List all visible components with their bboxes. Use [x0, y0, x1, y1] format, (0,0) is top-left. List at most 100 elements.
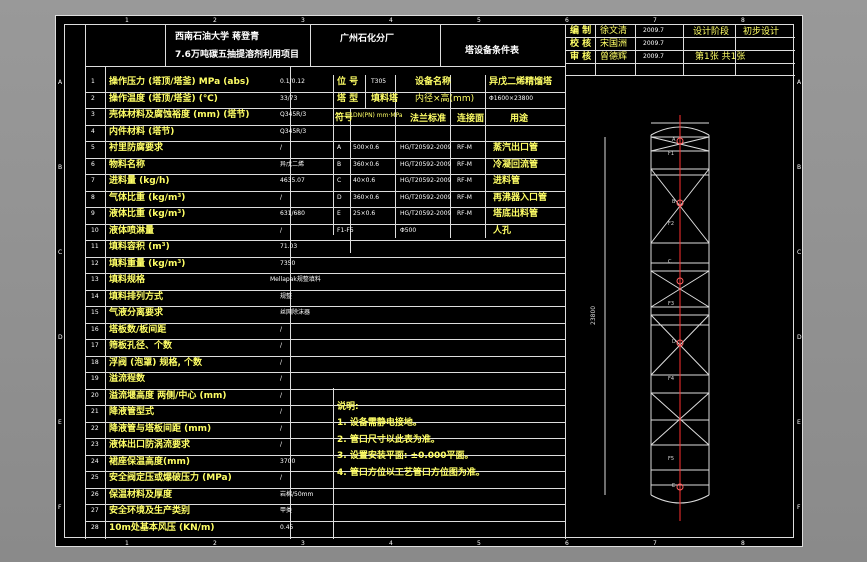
- row-value: 0.1/0.12: [280, 78, 305, 85]
- v-rule: [395, 108, 396, 238]
- approver-label: 审 核: [570, 52, 592, 62]
- v-rule: [365, 75, 366, 108]
- row-label: 衬里防腐要求: [109, 143, 164, 153]
- zone-col-top: 2: [213, 17, 217, 24]
- row-value: /: [280, 144, 283, 151]
- row-label: 液体喷淋量: [109, 225, 155, 236]
- nozzle-use: 再沸器入口管: [493, 192, 548, 203]
- nozzle-standard: HG/T20592-2009: [400, 144, 452, 151]
- nozzle-dn: 500×0.6: [353, 144, 380, 151]
- note-item: 2. 管口尺寸以此表为准。: [337, 434, 440, 445]
- nozzle-face: RF-M: [457, 193, 472, 201]
- diameter-value: Φ1600×23800: [489, 95, 534, 102]
- nozzle-header-std: 法兰标准: [410, 114, 447, 124]
- zone-col-bottom: 2: [213, 540, 217, 547]
- h-rule: [565, 63, 795, 64]
- nozzle-symbol: C: [337, 177, 342, 184]
- table-rule: [85, 388, 565, 390]
- row-number: 13: [91, 276, 99, 283]
- row-label: 气液分离要求: [109, 308, 164, 318]
- checker-label: 校 核: [570, 39, 592, 49]
- nozzle-symbol: A: [337, 144, 342, 151]
- table-rule: [85, 372, 565, 373]
- nozzle-use: 塔底出料管: [493, 209, 539, 219]
- table-rule: [85, 240, 565, 241]
- table-rule: [85, 421, 565, 423]
- row-value: 岩棉/50mm: [280, 490, 314, 498]
- zone-col-top: 6: [565, 17, 569, 24]
- notes-heading: 说明:: [337, 402, 359, 412]
- row-label: 填料容积 (m³): [109, 242, 170, 252]
- nozzle-standard: HG/T20592-2009: [400, 160, 452, 168]
- table-rule: [85, 537, 565, 538]
- row-value: 33/73: [280, 94, 298, 102]
- approver-date: 2009.7: [643, 53, 664, 60]
- approver-name: 曾德辉: [600, 52, 628, 62]
- zone-row-right: B: [797, 164, 802, 171]
- table-rule: [85, 504, 565, 505]
- table-rule: [85, 190, 565, 192]
- zone-row-right: C: [797, 249, 802, 256]
- checker-name: 宋国洲: [600, 39, 628, 49]
- row-number: 22: [91, 424, 99, 432]
- nozzle-header-dn: DN(PN) mm·MPa: [353, 112, 403, 119]
- table-rule: [85, 289, 565, 291]
- zone-row-right: F: [797, 504, 801, 511]
- row-label: 物料名称: [109, 159, 146, 170]
- nozzle-face: RF-M: [457, 144, 472, 151]
- note-item: 3. 设置安装平面: ±0.000平面。: [337, 451, 474, 461]
- nozzle-label: F4: [668, 376, 674, 382]
- row-label: 保温材料及厚度: [109, 489, 173, 500]
- cad-viewport[interactable]: 西南石油大学 蒋登青 7.6万吨碳五抽提溶剂利用项目 广州石化分厂 塔设备条件表 编 制…: [0, 0, 867, 562]
- nozzle-header-use: 用途: [510, 114, 529, 124]
- row-label: 安全阀定压或爆破压力 (MPa): [109, 473, 232, 483]
- row-number: 15: [91, 309, 99, 316]
- row-label: 浮阀 (泡罩) 规格, 个数: [109, 357, 203, 368]
- row-number: 10: [91, 226, 99, 234]
- row-number: 28: [91, 523, 99, 531]
- zone-col-top: 8: [741, 17, 745, 24]
- zone-row-left: E: [58, 419, 62, 426]
- zone-col-bottom: 3: [301, 540, 305, 547]
- zone-row-right: E: [797, 419, 801, 426]
- diameter-label: 内径×高(mm): [415, 94, 475, 104]
- row-number: 27: [91, 507, 99, 514]
- type-value: 填料塔: [371, 94, 399, 104]
- equip-label: 设备名称: [415, 77, 452, 87]
- zone-col-bottom: 5: [477, 540, 481, 547]
- row-label: 降液管与塔板间距 (mm): [109, 423, 212, 434]
- row-label: 壳体材料及腐蚀裕度 (mm) (塔节): [109, 110, 250, 120]
- column-elevation-drawing: 23800 A B C D E F1 F2 F3 F4 F5: [590, 115, 710, 521]
- row-value: /: [280, 226, 283, 234]
- row-number: 2: [91, 94, 95, 102]
- row-number: 7: [91, 177, 95, 184]
- university-label: 西南石油大学 蒋登青: [175, 32, 260, 42]
- zone-col-bottom: 1: [125, 540, 129, 547]
- nozzle-header-sym: 符号: [335, 113, 354, 123]
- nozzle-label: B: [672, 199, 676, 205]
- zone-col-top: 7: [653, 17, 657, 24]
- row-value: 4635.07: [280, 177, 305, 184]
- row-value: /: [280, 474, 283, 481]
- table-rule: [85, 339, 565, 340]
- row-number: 23: [91, 441, 99, 448]
- nozzle-label: A: [672, 137, 676, 143]
- row-number: 5: [91, 144, 95, 151]
- table-rule: [85, 520, 565, 522]
- stage-label: 设计阶段: [693, 27, 730, 37]
- row-label: 液体比重 (kg/m³): [109, 209, 186, 219]
- table-rule: [85, 405, 565, 406]
- v-rule: [450, 108, 451, 238]
- row-label: 填料排列方式: [109, 291, 164, 302]
- zone-row-right: D: [797, 334, 802, 341]
- table-rule: [85, 124, 565, 126]
- table-rule: [85, 273, 565, 274]
- designer-name: 徐文清: [600, 26, 628, 36]
- designer-date: 2009.7: [643, 27, 664, 34]
- nozzle-standard: HG/T20592-2009: [400, 193, 452, 201]
- nozzle-label: D: [672, 339, 676, 345]
- row-number: 26: [91, 490, 99, 498]
- project-label: 7.6万吨碳五抽提溶剂利用项目: [175, 50, 299, 60]
- row-value: /: [280, 342, 283, 349]
- row-value: 规整: [280, 292, 293, 300]
